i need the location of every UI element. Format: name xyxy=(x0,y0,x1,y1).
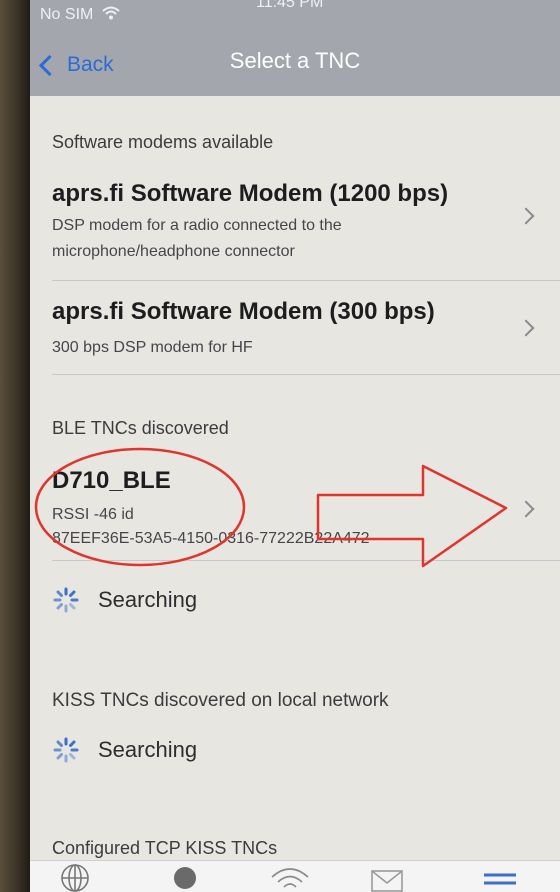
device-bezel xyxy=(0,0,30,892)
annotation-overlay xyxy=(34,447,508,568)
annotation-arrow xyxy=(316,464,508,568)
phone-screen: No SIM 11:45 PM Back Select a TNC Softwa… xyxy=(30,0,560,892)
annotation-ellipse xyxy=(34,447,246,567)
